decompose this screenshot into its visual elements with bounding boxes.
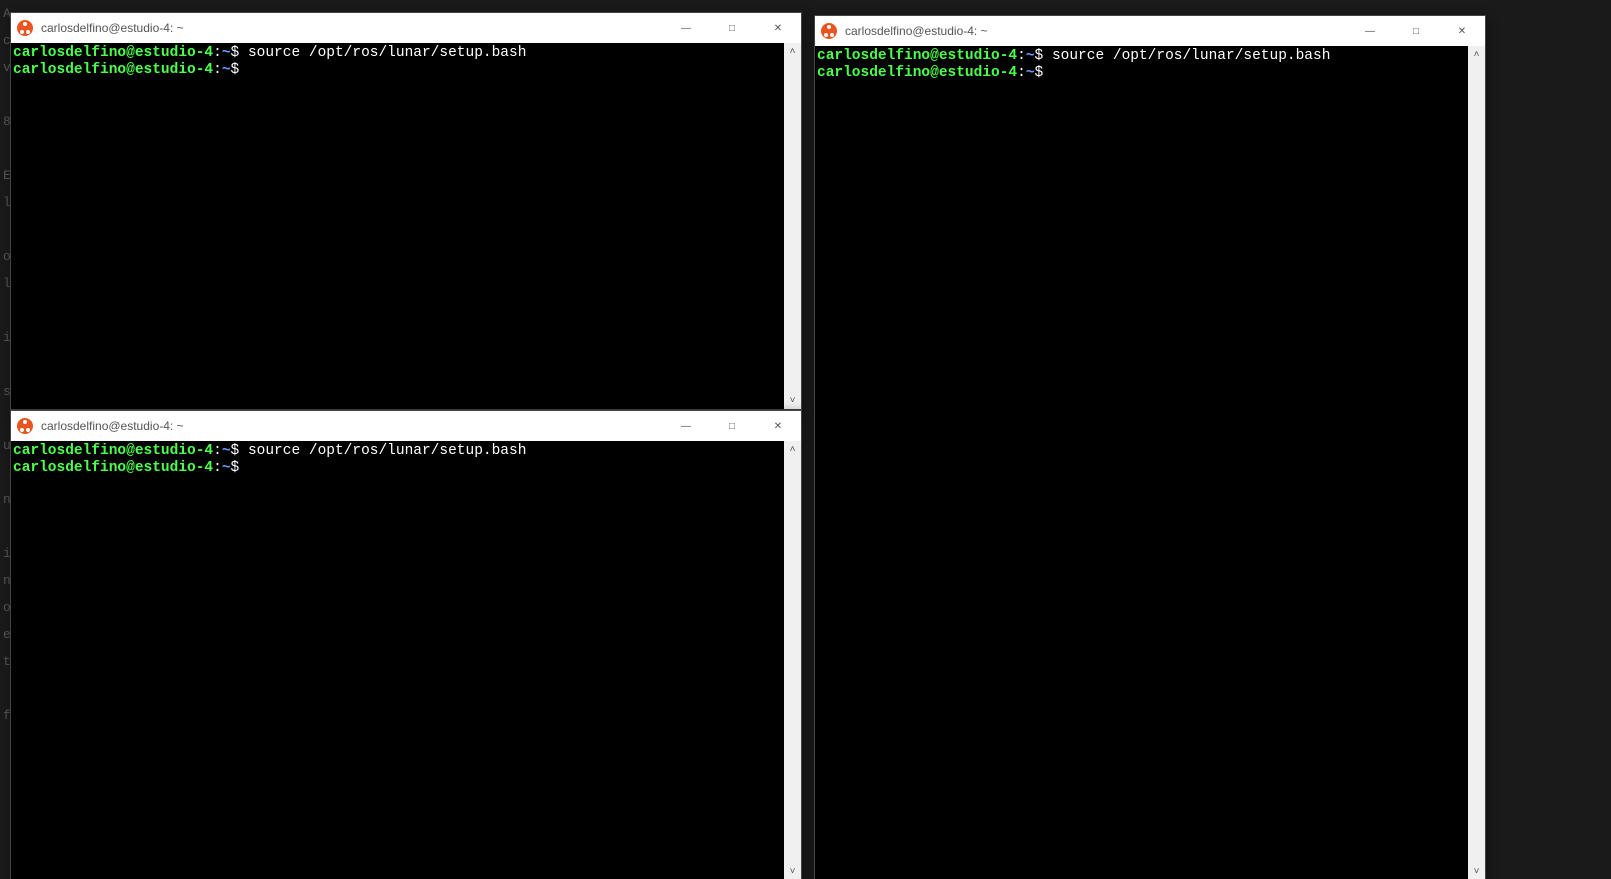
scroll-up-button[interactable]: ˄ — [784, 441, 801, 458]
minimize-button[interactable]: — — [663, 13, 709, 43]
terminal-output[interactable]: carlosdelfino@estudio-4:~$ source /opt/r… — [11, 441, 784, 879]
scroll-down-button[interactable]: ˅ — [784, 863, 801, 879]
maximize-button[interactable]: □ — [709, 13, 755, 43]
titlebar[interactable]: carlosdelfino@estudio-4: ~ — □ ✕ — [815, 16, 1485, 46]
app-icon-wrap — [11, 20, 39, 36]
window-controls: — □ ✕ — [1347, 16, 1485, 46]
terminal-output[interactable]: carlosdelfino@estudio-4:~$ source /opt/r… — [11, 43, 784, 409]
close-button[interactable]: ✕ — [1439, 16, 1485, 46]
app-icon-wrap — [11, 418, 39, 434]
ubuntu-icon — [821, 23, 837, 39]
terminal-body[interactable]: carlosdelfino@estudio-4:~$ source /opt/r… — [11, 441, 801, 879]
terminal-body[interactable]: carlosdelfino@estudio-4:~$ source /opt/r… — [815, 46, 1485, 879]
scrollbar-track[interactable] — [784, 458, 801, 863]
app-icon-wrap — [815, 23, 843, 39]
scroll-down-button[interactable]: ˅ — [784, 392, 801, 409]
window-title: carlosdelfino@estudio-4: ~ — [39, 419, 663, 433]
scroll-up-button[interactable]: ˄ — [784, 43, 801, 60]
ubuntu-icon — [17, 418, 33, 434]
scrollbar-track[interactable] — [1468, 63, 1485, 863]
terminal-window-3[interactable]: carlosdelfino@estudio-4: ~ — □ ✕ carlosd… — [814, 15, 1486, 879]
ubuntu-icon — [17, 20, 33, 36]
terminal-output[interactable]: carlosdelfino@estudio-4:~$ source /opt/r… — [815, 46, 1468, 879]
window-title: carlosdelfino@estudio-4: ~ — [843, 24, 1347, 38]
close-button[interactable]: ✕ — [755, 13, 801, 43]
scrollbar[interactable]: ˄ ˅ — [1468, 46, 1485, 879]
scrollbar[interactable]: ˄ ˅ — [784, 43, 801, 409]
close-button[interactable]: ✕ — [755, 411, 801, 441]
minimize-button[interactable]: — — [663, 411, 709, 441]
window-controls: — □ ✕ — [663, 411, 801, 441]
scroll-down-button[interactable]: ˅ — [1468, 863, 1485, 879]
terminal-window-2[interactable]: carlosdelfino@estudio-4: ~ — □ ✕ carlosd… — [10, 410, 802, 879]
maximize-button[interactable]: □ — [1393, 16, 1439, 46]
terminal-window-1[interactable]: carlosdelfino@estudio-4: ~ — □ ✕ carlosd… — [10, 12, 802, 410]
scroll-up-button[interactable]: ˄ — [1468, 46, 1485, 63]
maximize-button[interactable]: □ — [709, 411, 755, 441]
window-controls: — □ ✕ — [663, 13, 801, 43]
titlebar[interactable]: carlosdelfino@estudio-4: ~ — □ ✕ — [11, 13, 801, 43]
terminal-body[interactable]: carlosdelfino@estudio-4:~$ source /opt/r… — [11, 43, 801, 409]
scrollbar[interactable]: ˄ ˅ — [784, 441, 801, 879]
titlebar[interactable]: carlosdelfino@estudio-4: ~ — □ ✕ — [11, 411, 801, 441]
minimize-button[interactable]: — — [1347, 16, 1393, 46]
window-title: carlosdelfino@estudio-4: ~ — [39, 21, 663, 35]
scrollbar-track[interactable] — [784, 60, 801, 392]
